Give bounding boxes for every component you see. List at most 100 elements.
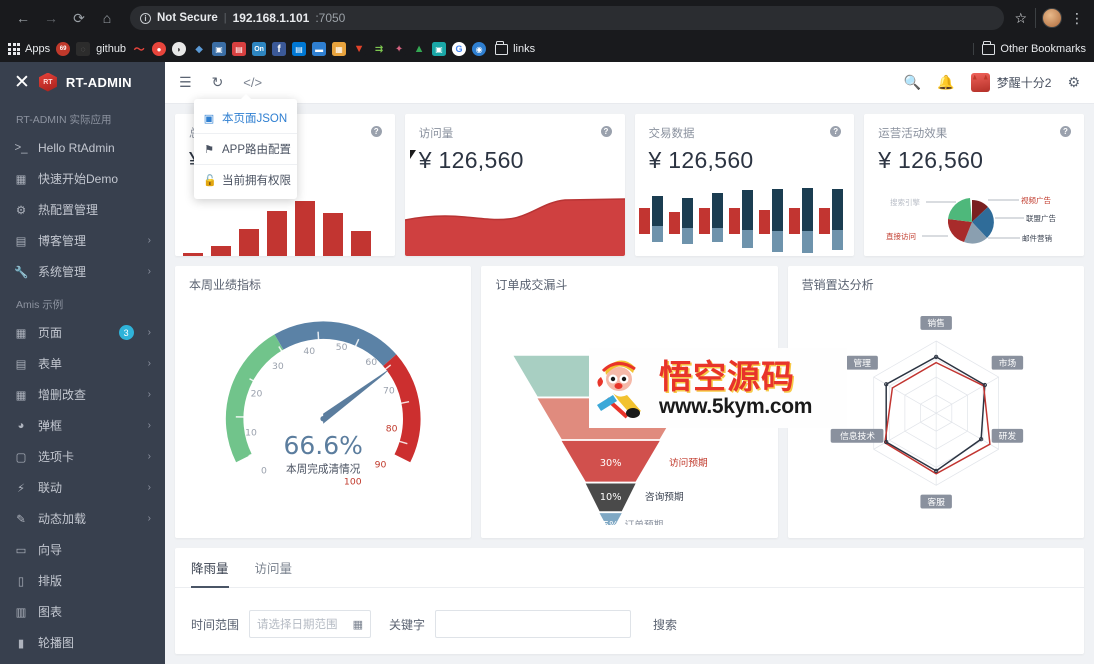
help-icon[interactable]: ?: [1060, 126, 1071, 137]
tabs-icon: ▢: [15, 451, 27, 464]
wrench-icon: 🔧: [14, 266, 29, 279]
sidebar-item-pages[interactable]: ▦ 页面 3 ›: [0, 317, 165, 348]
sidebar-item-label: 博客管理: [38, 234, 87, 248]
help-icon[interactable]: ?: [600, 126, 612, 137]
browser-menu-icon[interactable]: ⋮: [1070, 10, 1084, 27]
other-bookmarks-button[interactable]: Other Bookmarks: [973, 41, 1086, 55]
bookmark-item[interactable]: ▣: [212, 42, 227, 56]
help-icon[interactable]: ?: [370, 126, 382, 137]
chevron-right-icon: ›: [147, 420, 151, 431]
sidebar-item-system-manage[interactable]: 🔧 系统管理 ›: [0, 256, 165, 287]
list-collapse-icon[interactable]: ☰: [179, 74, 192, 91]
sidebar-logo[interactable]: ✕ RT RT-ADMIN: [0, 62, 165, 102]
dialog-icon: ◕: [17, 419, 25, 432]
mouse-cursor: [410, 150, 416, 159]
bar-chart-icon: ▥: [15, 606, 27, 619]
sidebar-item-layout[interactable]: ▯ 排版: [0, 565, 165, 596]
bookmark-item[interactable]: ▦: [332, 42, 347, 56]
bookmark-star-icon[interactable]: ☆: [1014, 10, 1027, 27]
svg-text:30%: 30%: [600, 458, 622, 469]
sidebar-item-carousel[interactable]: ▮ 轮播图: [0, 627, 165, 658]
svg-text:信息技术: 信息技术: [840, 430, 875, 442]
bookmark-item[interactable]: ▤: [292, 42, 307, 56]
sparkline-area-chart: [404, 198, 625, 256]
status-badge: 3: [118, 325, 134, 340]
refresh-icon[interactable]: ↻: [212, 74, 224, 91]
card-icon: ▤: [15, 235, 27, 248]
bookmark-layers-icon: ◆: [192, 42, 207, 56]
sidebar-item-charts[interactable]: ▥ 图表: [0, 596, 165, 627]
sidebar-item-crud[interactable]: ▦ 增删改查 ›: [0, 379, 165, 410]
reload-button[interactable]: ⟳: [66, 5, 92, 31]
bookmark-item[interactable]: ✦: [392, 42, 407, 56]
bookmark-google-icon: G: [452, 42, 467, 56]
bookmark-item[interactable]: ▤: [232, 42, 247, 56]
gear-icon[interactable]: ⚙: [1067, 74, 1080, 91]
menu-item-label: 当前拥有权限: [222, 175, 291, 187]
sidebar-item-quick-demo[interactable]: ▦ 快速开始Demo: [0, 163, 165, 194]
sidebar-item-blog-manage[interactable]: ▤ 博客管理 ›: [0, 225, 165, 256]
apps-shortcut[interactable]: Apps: [8, 43, 50, 55]
folder-icon: [495, 41, 509, 55]
bookmark-item[interactable]: ▣: [432, 42, 447, 56]
info-icon[interactable]: i: [140, 12, 151, 24]
bookmark-item[interactable]: ⇉: [372, 42, 387, 56]
bookmark-item[interactable]: ◌: [76, 42, 91, 56]
bookmark-outlook-icon: ▤: [292, 42, 307, 56]
bookmark-calendar-icon: ▤: [232, 42, 247, 56]
bookmark-item[interactable]: ◉: [472, 42, 487, 56]
home-button[interactable]: ⌂: [94, 5, 120, 31]
tab-visits[interactable]: 访问量: [255, 548, 293, 588]
sidebar-item-linkage[interactable]: ⚡ 联动 ›: [0, 472, 165, 503]
calendar-icon[interactable]: ▦: [353, 618, 363, 631]
back-button[interactable]: ←: [10, 5, 36, 31]
watermark-cn-label: 悟空源码: [659, 356, 795, 396]
bookmark-item[interactable]: ▬: [312, 42, 327, 56]
code-brackets-icon[interactable]: </>: [243, 75, 262, 90]
keyword-input[interactable]: [435, 610, 632, 638]
bookmark-links-folder[interactable]: links: [495, 41, 535, 55]
bookmark-item[interactable]: G: [452, 42, 467, 56]
sidebar-item-hot-config[interactable]: ⚙ 热配置管理: [0, 194, 165, 225]
bookmark-item[interactable]: 69: [56, 42, 71, 56]
bookmark-pink-icon: ✦: [392, 42, 407, 56]
stat-card-campaign-effect: 运营活动效果 ? ¥ 126,560 视频广告 联盟广告 邮件营销 直接访问 搜…: [864, 114, 1084, 256]
search-icon[interactable]: 🔍: [904, 74, 921, 91]
sidebar-item-form[interactable]: ▤ 表单 ›: [0, 348, 165, 379]
profile-area[interactable]: ⋮: [1035, 8, 1084, 28]
bookmark-item[interactable]: ▲: [412, 42, 427, 56]
bookmark-item[interactable]: ◆: [192, 42, 207, 56]
forward-button[interactable]: →: [38, 5, 64, 31]
search-button[interactable]: 搜索: [653, 616, 677, 633]
sidebar-item-tabs[interactable]: ▢ 选项卡 ›: [0, 441, 165, 472]
address-bar[interactable]: i Not Secure | 192.168.1.101 :7050: [130, 6, 1005, 30]
bookmark-item[interactable]: 〜: [132, 42, 147, 56]
form-icon: ▤: [15, 358, 27, 371]
bookmark-item[interactable]: ●: [152, 42, 167, 56]
tab-rainfall[interactable]: 降雨量: [191, 548, 229, 588]
svg-text:客服: 客服: [927, 496, 945, 508]
bookmark-item[interactable]: On: [252, 42, 267, 56]
main-area: ☰ ↻ </> 🔍 🔔 梦醒十分2 ⚙ ▣ 本页面JSON ⚑ APP路由配置 …: [165, 62, 1094, 664]
sidebar-item-dialog[interactable]: ◕ 弹框 ›: [0, 410, 165, 441]
close-icon[interactable]: ✕: [14, 73, 30, 92]
sidebar-item-wizard[interactable]: ▭ 向导: [0, 534, 165, 565]
bookmark-item[interactable]: ▼: [352, 42, 367, 56]
menu-item-current-permissions[interactable]: 🔓 当前拥有权限: [194, 164, 297, 195]
sidebar-item-label: Hello RtAdmin: [38, 140, 115, 155]
watermark-url-label: www.5kym.com: [659, 394, 813, 418]
menu-item-app-route-config[interactable]: ⚑ APP路由配置: [194, 133, 297, 164]
menu-item-page-json[interactable]: ▣ 本页面JSON: [194, 103, 297, 133]
svg-text:10%: 10%: [600, 492, 622, 503]
bookmark-github[interactable]: github: [96, 43, 126, 55]
sidebar-item-dynamic-load[interactable]: ✎ 动态加载 ›: [0, 503, 165, 534]
date-range-picker[interactable]: 请选择日期范围 ▦: [249, 610, 372, 638]
bookmark-item[interactable]: f: [272, 42, 287, 56]
stat-title: 运营活动效果: [878, 128, 948, 140]
avatar[interactable]: [1042, 8, 1062, 28]
user-menu[interactable]: 梦醒十分2: [970, 73, 1051, 92]
bookmark-item[interactable]: ◗: [172, 42, 187, 56]
bell-icon[interactable]: 🔔: [937, 74, 954, 91]
sidebar-item-hello-rtadmin[interactable]: >_ Hello RtAdmin: [0, 132, 165, 163]
sidebar-item-label: 快速开始Demo: [38, 172, 119, 186]
